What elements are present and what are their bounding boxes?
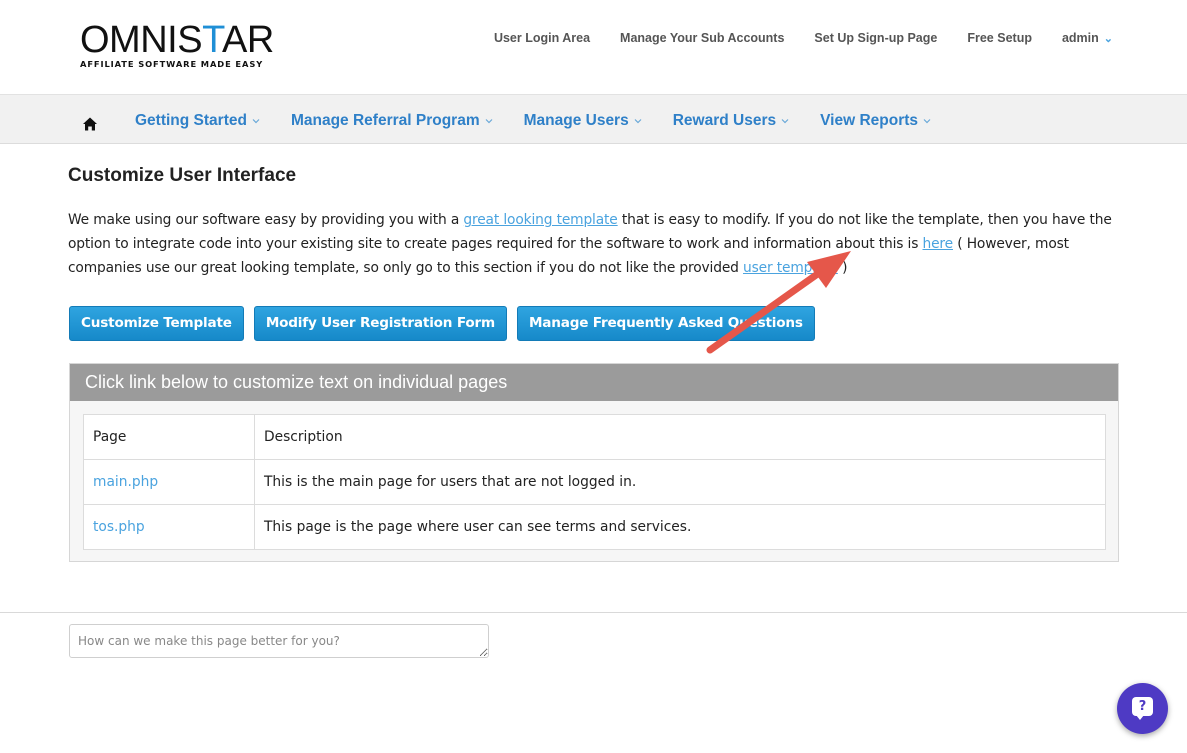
chevron-down-icon <box>252 119 260 124</box>
nav-getting-started[interactable]: Getting Started <box>135 112 260 130</box>
nav-label: Manage Referral Program <box>290 112 480 129</box>
intro-paragraph: We make using our software easy by provi… <box>68 208 1128 280</box>
feedback-input[interactable] <box>69 624 489 658</box>
nav-manage-referral-program[interactable]: Manage Referral Program <box>291 112 493 130</box>
manage-faq-button[interactable]: Manage Frequently Asked Questions <box>516 306 815 341</box>
action-buttons: Customize Template Modify User Registrat… <box>69 306 825 341</box>
customize-template-button[interactable]: Customize Template <box>69 306 244 341</box>
here-link[interactable]: here <box>922 236 953 252</box>
modify-registration-form-button[interactable]: Modify User Registration Form <box>253 306 507 341</box>
nav-menu: Getting Started Manage Referral Program … <box>135 112 962 130</box>
column-header-description: Description <box>254 414 1106 460</box>
home-icon[interactable] <box>82 116 98 132</box>
page-cell: main.php <box>83 459 255 505</box>
help-chat-button[interactable]: ? <box>1117 683 1168 734</box>
chevron-down-icon: ⌄ <box>1103 33 1113 45</box>
chevron-down-icon <box>923 119 931 124</box>
chevron-down-icon <box>485 119 493 124</box>
top-links: User Login Area Manage Your Sub Accounts… <box>464 30 1113 47</box>
pages-panel: Click link below to customize text on in… <box>69 363 1119 562</box>
column-header-page: Page <box>83 414 255 460</box>
admin-label: admin <box>1061 31 1099 45</box>
description-cell: This is the main page for users that are… <box>254 459 1106 505</box>
intro-text: ) <box>837 260 848 276</box>
footer-divider <box>0 612 1187 613</box>
admin-menu[interactable]: admin ⌄ <box>1062 30 1113 47</box>
chevron-down-icon <box>634 119 642 124</box>
page-title: Customize User Interface <box>68 165 297 186</box>
nav-label: Reward Users <box>672 112 777 129</box>
intro-text: We make using our software easy by provi… <box>68 212 464 228</box>
nav-label: Manage Users <box>523 112 629 129</box>
help-icon: ? <box>1132 697 1153 716</box>
description-cell: This page is the page where user can see… <box>254 504 1106 550</box>
main-navbar: Getting Started Manage Referral Program … <box>0 94 1187 144</box>
nav-reward-users[interactable]: Reward Users <box>673 112 789 130</box>
chevron-down-icon <box>781 119 789 124</box>
great-looking-template-link[interactable]: great looking template <box>463 212 617 228</box>
page-link-main[interactable]: main.php <box>93 474 158 490</box>
table-header-row: Page Description <box>83 414 1106 460</box>
nav-manage-users[interactable]: Manage Users <box>524 112 642 130</box>
user-login-area-link[interactable]: User Login Area <box>494 30 590 47</box>
logo-tagline: AFFILIATE SOFTWARE MADE EASY <box>80 59 264 69</box>
top-header: OMNISTAR AFFILIATE SOFTWARE MADE EASY Us… <box>0 0 1187 94</box>
omnistar-logo[interactable]: OMNISTAR AFFILIATE SOFTWARE MADE EASY <box>80 19 274 69</box>
table-row: main.php This is the main page for users… <box>83 459 1106 505</box>
nav-label: View Reports <box>820 112 919 129</box>
nav-label: Getting Started <box>135 112 247 129</box>
page-link-tos[interactable]: tos.php <box>93 519 145 535</box>
speech-bubble-tail <box>1136 715 1144 720</box>
logo-wordmark: OMNISTAR <box>80 19 274 61</box>
user-template-link[interactable]: user template <box>743 260 838 276</box>
free-setup-link[interactable]: Free Setup <box>967 30 1032 47</box>
pages-table: Page Description main.php This is the ma… <box>83 414 1106 550</box>
signup-page-link[interactable]: Set Up Sign-up Page <box>814 30 937 47</box>
page-cell: tos.php <box>83 504 255 550</box>
nav-view-reports[interactable]: View Reports <box>820 112 931 130</box>
panel-heading: Click link below to customize text on in… <box>70 364 1118 401</box>
table-row: tos.php This page is the page where user… <box>83 504 1106 550</box>
manage-sub-accounts-link[interactable]: Manage Your Sub Accounts <box>620 30 784 47</box>
